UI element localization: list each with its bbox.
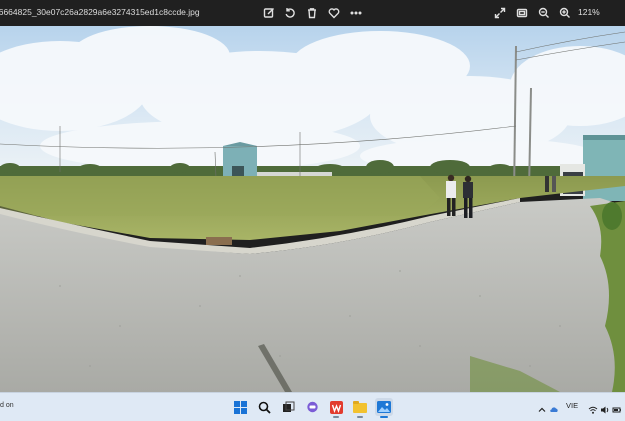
task-view-icon[interactable] <box>279 398 297 416</box>
photos-icon[interactable] <box>375 398 393 418</box>
panorama-photo <box>0 26 625 392</box>
windows-taskbar: d on VIE <box>0 392 625 421</box>
chevron-up-icon[interactable] <box>537 400 547 412</box>
delete-icon[interactable] <box>303 4 321 22</box>
wps-icon[interactable] <box>327 398 345 418</box>
favorite-icon[interactable] <box>325 4 343 22</box>
battery-icon[interactable] <box>612 400 622 413</box>
zoom-out-icon[interactable] <box>535 4 553 22</box>
wifi-icon[interactable] <box>588 400 598 414</box>
rotate-icon[interactable] <box>281 4 299 22</box>
fit-icon[interactable] <box>513 4 531 22</box>
edit-icon[interactable] <box>260 4 278 22</box>
zoom-level: 121% <box>578 7 600 17</box>
fullscreen-icon[interactable] <box>491 4 509 22</box>
start-icon[interactable] <box>231 398 249 416</box>
photo-viewer-toolbar: 56664825_30e07c26a2829a6e3274315ed1c8ccd… <box>0 0 625 26</box>
volume-icon[interactable] <box>600 400 610 414</box>
zoom-in-icon[interactable] <box>556 4 574 22</box>
language-indicator[interactable]: VIE <box>566 401 578 410</box>
more-icon[interactable] <box>347 4 365 22</box>
cloud-icon[interactable] <box>549 400 559 412</box>
search-icon[interactable] <box>255 398 273 416</box>
file-explorer-icon[interactable] <box>351 398 369 418</box>
chat-icon[interactable] <box>303 398 321 416</box>
file-name: 56664825_30e07c26a2829a6e3274315ed1c8ccd… <box>0 7 200 17</box>
photo-canvas[interactable] <box>0 26 625 392</box>
taskbar-weather-text: d on <box>0 402 14 409</box>
